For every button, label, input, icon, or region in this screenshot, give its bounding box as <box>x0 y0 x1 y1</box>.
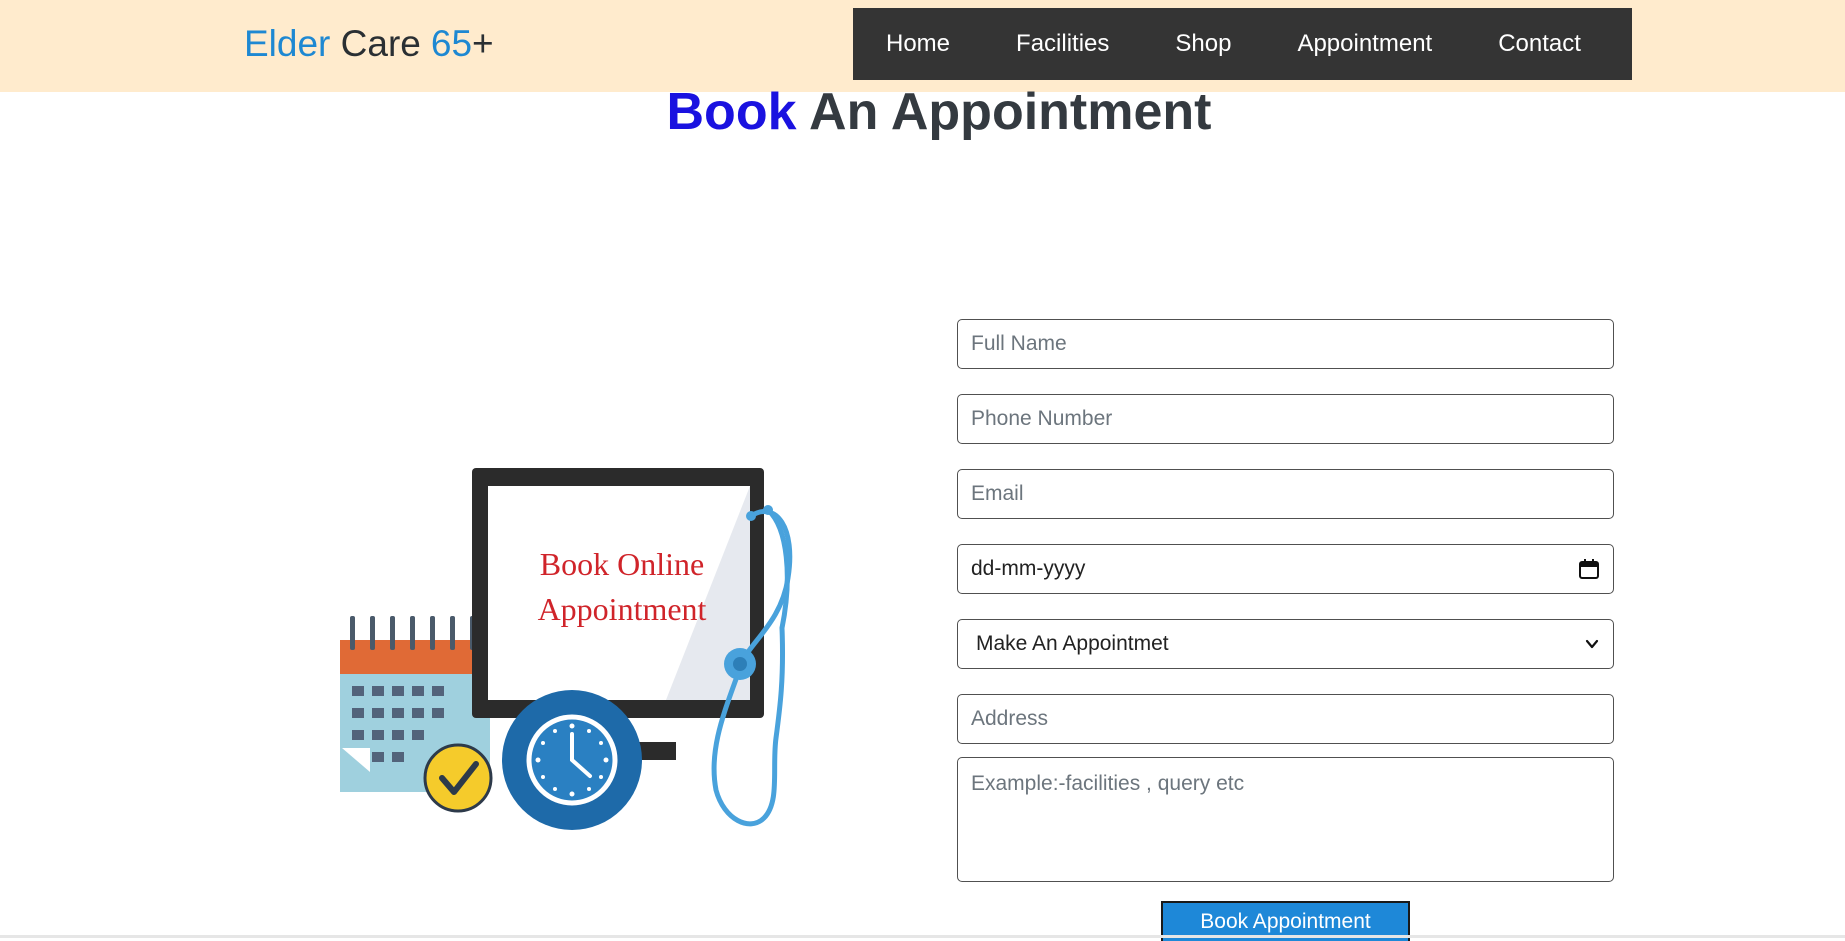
nav-shop[interactable]: Shop <box>1175 30 1231 58</box>
appointment-type-value: Make An Appointmet <box>976 632 1169 655</box>
main-nav: Home Facilities Shop Appointment Contact <box>853 8 1632 80</box>
nav-home[interactable]: Home <box>886 30 950 58</box>
check-badge-icon <box>423 743 493 813</box>
site-header: Elder Care 65+ Home Facilities Shop Appoi… <box>0 0 1845 92</box>
clock-icon <box>502 690 642 830</box>
date-input[interactable]: dd-mm-yyyy <box>957 544 1614 594</box>
message-textarea[interactable] <box>957 757 1614 882</box>
nav-appointment[interactable]: Appointment <box>1297 30 1432 58</box>
illustration-text-line1: Book Online <box>540 546 704 582</box>
book-online-appointment-illustration: Book Online Appointment <box>340 468 793 830</box>
page-title-rest: An Appointment <box>809 83 1212 141</box>
page-title-accent: Book <box>666 83 797 141</box>
date-input-placeholder: dd-mm-yyyy <box>971 557 1086 580</box>
brand-word-elder: Elder <box>244 23 331 64</box>
illustration-text-line2: Appointment <box>538 591 707 627</box>
page-title: Book An Appointment <box>0 80 1845 144</box>
nav-contact[interactable]: Contact <box>1498 30 1581 58</box>
email-input[interactable] <box>957 469 1614 519</box>
brand-number: 65 <box>430 23 473 64</box>
calendar-icon[interactable] <box>1578 558 1600 580</box>
brand-logo[interactable]: Elder Care 65+ <box>244 22 494 66</box>
brand-plus: + <box>472 23 494 64</box>
full-name-input[interactable] <box>957 319 1614 369</box>
address-input[interactable] <box>957 694 1614 744</box>
nav-facilities[interactable]: Facilities <box>1016 30 1109 58</box>
chevron-down-icon <box>1585 639 1599 649</box>
phone-number-input[interactable] <box>957 394 1614 444</box>
brand-word-care: Care <box>340 23 421 64</box>
appointment-type-select[interactable]: Make An Appointmet <box>957 619 1614 669</box>
